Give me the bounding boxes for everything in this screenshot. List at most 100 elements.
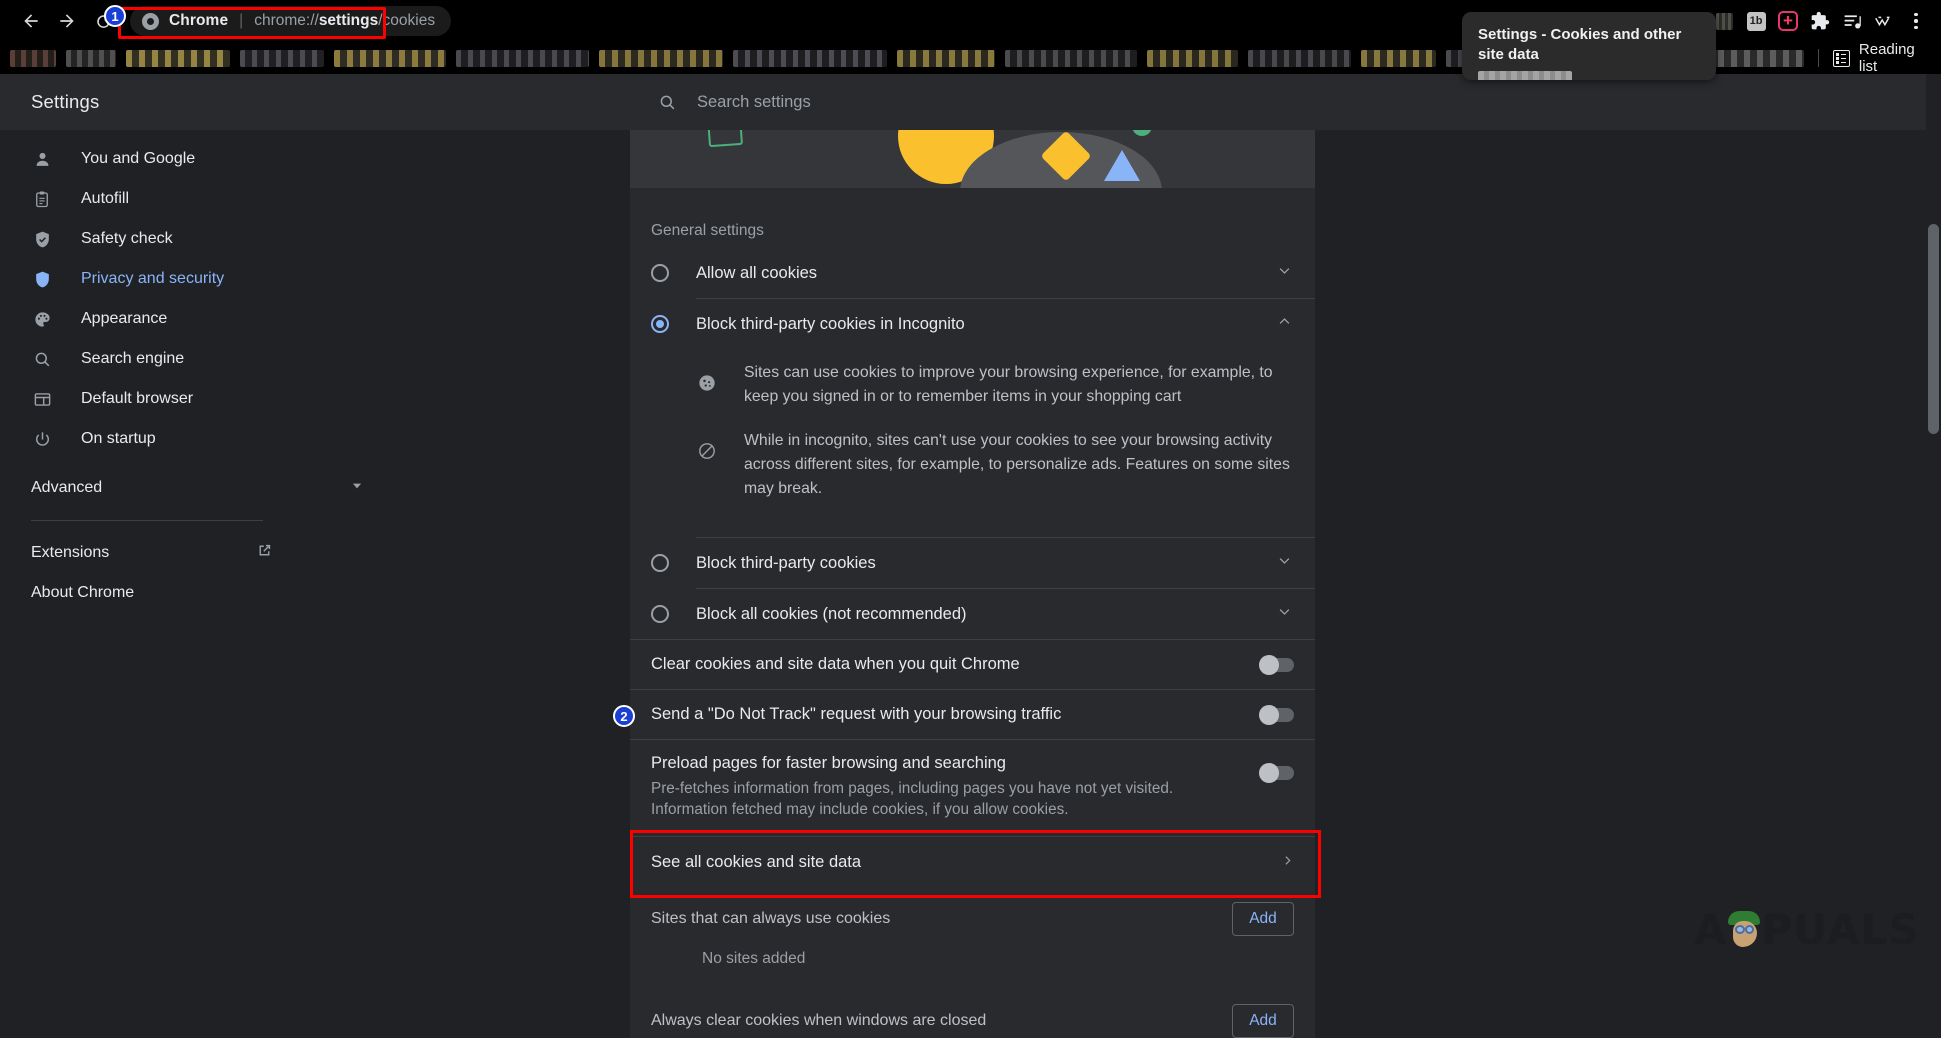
toggle-switch[interactable] [1259, 654, 1294, 675]
bookmark-item[interactable] [1005, 49, 1137, 67]
url-prefix: chrome:// [254, 12, 319, 29]
profile-avatar-icon[interactable] [1869, 6, 1899, 36]
chevron-down-icon [350, 479, 364, 498]
preload-pages-row[interactable]: Preload pages for faster browsing and se… [630, 739, 1315, 836]
extension-badge-label: 1b [1746, 11, 1766, 31]
toggle-row-clear-cookies-on-quit[interactable]: Clear cookies and site data when you qui… [630, 639, 1315, 689]
reading-list-label: Reading list [1858, 41, 1915, 75]
extensions-puzzle-icon[interactable] [1805, 6, 1835, 36]
omnibox-url: chrome://settings/cookies [254, 12, 435, 30]
bookmark-item[interactable] [1360, 49, 1437, 67]
radio-label: Block all cookies (not recommended) [696, 604, 967, 623]
radio-button[interactable] [651, 264, 669, 282]
watermark-mascot-icon [1724, 909, 1764, 951]
search-settings-box[interactable]: Search settings [630, 74, 1315, 130]
browser-window-icon [31, 390, 53, 409]
forward-button[interactable] [50, 4, 84, 38]
radio-button[interactable] [651, 554, 669, 572]
reading-list-button[interactable]: Reading list [1832, 41, 1927, 75]
watermark-letter-a: A [1694, 905, 1728, 954]
toggle-label: Clear cookies and site data when you qui… [651, 655, 1020, 673]
add-site-always-button[interactable]: Add [1232, 902, 1294, 936]
extension-add-icon[interactable]: + [1773, 6, 1803, 36]
sidebar-item-label: Appearance [81, 310, 168, 327]
tooltip-text: Settings - Cookies and other site data [1478, 26, 1682, 63]
bookmark-item[interactable] [897, 49, 996, 67]
chevron-down-icon[interactable] [1274, 553, 1294, 573]
reading-list-toolbar-icon[interactable] [1837, 6, 1867, 36]
block-icon [696, 429, 718, 501]
search-input[interactable]: Search settings [697, 93, 811, 112]
sidebar-item-default-browser[interactable]: Default browser [0, 379, 424, 419]
omnibox-container[interactable]: Chrome | chrome://settings/cookies [130, 6, 452, 36]
sidebar-item-extensions[interactable]: Extensions [0, 533, 424, 573]
cookie-icon [696, 361, 718, 409]
sites-always-use-cookies-row: Sites that can always use cookies Add [630, 888, 1315, 950]
radio-block-third-party-cookies[interactable]: Block third-party cookies [630, 538, 1315, 588]
cookie-settings-card: General settings Allow all cookies Block… [630, 188, 1315, 1038]
page-scrollbar[interactable] [1926, 74, 1941, 1038]
hero-illustration [630, 130, 1315, 188]
sidebar-item-safety-check[interactable]: Safety check [0, 219, 424, 259]
chrome-logo-icon [142, 12, 159, 30]
forward-arrow-icon [60, 14, 74, 28]
bookmark-item[interactable] [733, 49, 888, 67]
sidebar-item-appearance[interactable]: Appearance [0, 299, 424, 339]
toggle-row-do-not-track[interactable]: Send a "Do Not Track" request with your … [630, 689, 1315, 739]
bookmark-item[interactable] [333, 49, 446, 67]
description-text: While in incognito, sites can't use your… [744, 432, 1290, 497]
bookmark-item[interactable] [1247, 49, 1351, 67]
sidebar-item-you-and-google[interactable]: You and Google [0, 139, 424, 179]
sidebar-item-autofill[interactable]: Autofill [0, 179, 424, 219]
browser-window: Chrome | chrome://settings/cookies 1b + [0, 0, 1941, 1038]
bookmark-item[interactable] [1146, 49, 1238, 67]
sidebar-item-label: You and Google [81, 150, 196, 167]
bookmark-item[interactable] [598, 49, 724, 67]
settings-content: General settings Allow all cookies Block… [630, 130, 1321, 1038]
radio-allow-all-cookies[interactable]: Allow all cookies [630, 248, 1315, 298]
toggle-switch[interactable] [1259, 704, 1294, 725]
scrollbar-thumb[interactable] [1928, 224, 1939, 434]
sidebar-item-privacy-and-security[interactable]: Privacy and security [0, 259, 424, 299]
bookmark-item[interactable] [455, 49, 589, 67]
radio-button[interactable] [651, 315, 669, 333]
clipboard-icon [31, 190, 53, 208]
bookmark-item[interactable] [65, 49, 117, 67]
url-bold-part: settings [318, 12, 379, 29]
annotation-badge-2: 2 [613, 705, 635, 727]
bookmark-item[interactable] [10, 49, 56, 67]
search-icon [660, 95, 675, 109]
radio-block-third-party-incognito[interactable]: Block third-party cookies in Incognito [630, 299, 1315, 349]
address-bar[interactable]: Chrome | chrome://settings/cookies [130, 6, 452, 36]
always-clear-cookies-label: Always clear cookies when windows are cl… [651, 1012, 987, 1029]
back-button[interactable] [14, 4, 48, 38]
sidebar-advanced-label: Advanced [31, 479, 103, 496]
extension-badge-icon[interactable]: 1b [1741, 6, 1771, 36]
chevron-down-icon[interactable] [1274, 604, 1294, 624]
chrome-menu-button[interactable] [1901, 6, 1931, 36]
chevron-down-icon[interactable] [1274, 263, 1294, 283]
radio-block-all-cookies[interactable]: Block all cookies (not recommended) [630, 589, 1315, 639]
radio-button[interactable] [651, 605, 669, 623]
description-item: While in incognito, sites can't use your… [696, 423, 1294, 515]
bookmark-item[interactable] [126, 49, 230, 67]
sidebar-item-on-startup[interactable]: On startup [0, 419, 424, 459]
bookmarks-divider [1817, 49, 1819, 67]
shield-check-icon [31, 230, 53, 249]
sidebar-item-search-engine[interactable]: Search engine [0, 339, 424, 379]
radio-label: Block third-party cookies in Incognito [696, 314, 965, 333]
toolbar-actions: 1b + [1709, 6, 1941, 36]
tab-tooltip: Settings - Cookies and other site data [1462, 12, 1716, 80]
appuals-watermark: A PUALS [1694, 905, 1920, 954]
chevron-up-icon[interactable] [1274, 314, 1294, 334]
add-always-clear-button[interactable]: Add [1232, 1004, 1294, 1038]
sidebar-item-advanced[interactable]: Advanced [0, 468, 424, 508]
sidebar-item-about-chrome[interactable]: About Chrome [0, 573, 424, 613]
search-icon [31, 350, 53, 369]
person-icon [31, 150, 53, 169]
see-all-cookies-row[interactable]: See all cookies and site data [630, 836, 1315, 888]
radio-label: Block third-party cookies [696, 553, 876, 572]
blue-triangle-shape [1104, 150, 1140, 181]
preload-toggle-switch[interactable] [1259, 763, 1294, 783]
bookmark-item[interactable] [239, 49, 324, 67]
